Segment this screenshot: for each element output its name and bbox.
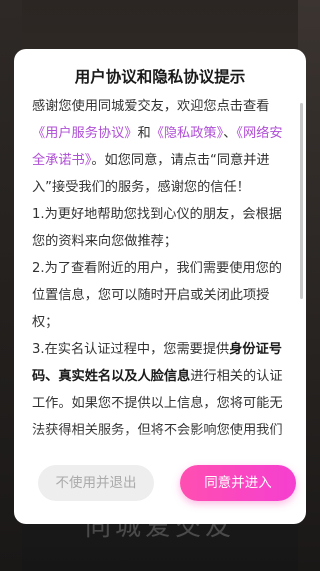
dialog-title: 用户协议和隐私协议提示 [74,68,246,86]
content-fade [14,429,306,459]
item-verification: 3.在实名认证过程中，您需要提供身份证号码、真实姓名以及人脸信息进行相关的认证工… [32,336,292,444]
intro-text: 感谢您使用同城爱交友，欢迎您点击查看 [32,99,270,114]
dialog-content[interactable]: 感谢您使用同城爱交友，欢迎您点击查看《用户服务协议》和《隐私政策》、《网络安全承… [32,93,292,455]
verification-text: 3.在实名认证过程中，您需要提供 [32,342,230,357]
item-recommendation: 1.为更好地帮助您找到心仪的朋友，会根据您的资料来向您做推荐； [32,207,282,249]
accept-button[interactable]: 同意并进入 [180,465,296,501]
intro-and-text: 和 [137,126,151,141]
user-agreement-link[interactable]: 《用户服务协议》 [32,126,138,141]
intro-paragraph: 感谢您使用同城爱交友，欢迎您点击查看《用户服务协议》和《隐私政策》、《网络安全承… [32,93,292,201]
intro-comma-text: 、 [223,126,237,141]
agreement-dialog: 用户协议和隐私协议提示 感谢您使用同城爱交友，欢迎您点击查看《用户服务协议》和《… [14,49,306,524]
item-location: 2.为了查看附近的用户，我们需要使用您的位置信息，您可以随时开启或关闭此项授权； [32,261,282,330]
content-scrollbar[interactable] [300,103,303,299]
decline-button[interactable]: 不使用并退出 [38,465,154,501]
privacy-policy-link[interactable]: 《隐私政策》 [151,126,224,141]
